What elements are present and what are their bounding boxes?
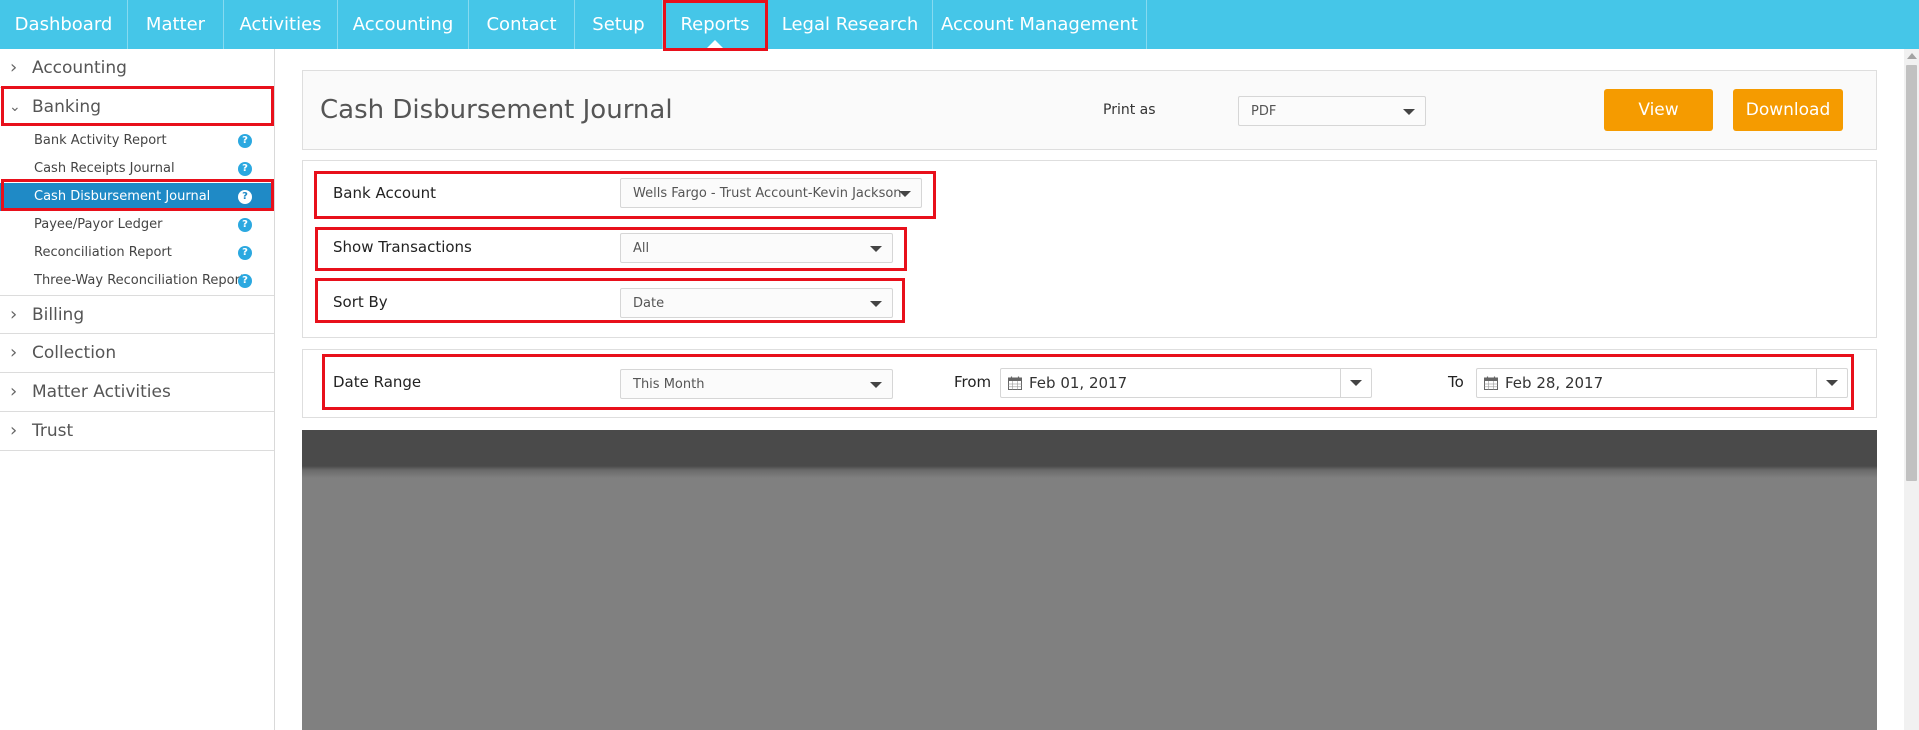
help-icon[interactable]: ? <box>238 246 252 260</box>
sidebar-group-label: Billing <box>32 305 85 325</box>
from-label: From <box>954 373 992 391</box>
report-header-panel: Cash Disbursement Journal Print as PDF V… <box>302 70 1877 150</box>
from-date-input[interactable]: Feb 01, 2017 <box>1000 368 1372 398</box>
date-range-select[interactable]: This Month <box>620 369 893 399</box>
download-button[interactable]: Download <box>1733 89 1843 131</box>
sidebar-group-accounting[interactable]: › Accounting <box>0 49 274 88</box>
caret-down-icon <box>870 301 882 307</box>
scroll-up-icon[interactable] <box>1907 53 1917 59</box>
nav-account-management[interactable]: Account Management <box>933 0 1147 49</box>
to-date-input[interactable]: Feb 28, 2017 <box>1476 368 1848 398</box>
nav-matter[interactable]: Matter <box>128 0 224 49</box>
calendar-icon <box>1484 376 1498 390</box>
nav-accounting[interactable]: Accounting <box>338 0 469 49</box>
page-title: Cash Disbursement Journal <box>320 95 673 125</box>
sidebar-item-three-way-reconciliation-report[interactable]: Three-Way Reconciliation Report ? <box>0 267 274 295</box>
nav-setup[interactable]: Setup <box>575 0 663 49</box>
nav-reports[interactable]: Reports <box>663 0 768 49</box>
sidebar-group-label: Banking <box>32 97 101 117</box>
scroll-thumb[interactable] <box>1906 65 1917 481</box>
sidebar-group-billing[interactable]: › Billing <box>0 295 274 334</box>
sidebar-group-label: Trust <box>32 421 74 441</box>
sidebar-item-label: Cash Receipts Journal <box>34 161 175 176</box>
sidebar-item-payee-payor-ledger[interactable]: Payee/Payor Ledger ? <box>0 211 274 239</box>
sidebar-group-matter-activities[interactable]: › Matter Activities <box>0 373 274 412</box>
sidebar-item-reconciliation-report[interactable]: Reconciliation Report ? <box>0 239 274 267</box>
date-range-value: This Month <box>633 377 705 392</box>
sidebar-item-label: Three-Way Reconciliation Report <box>34 273 246 288</box>
chevron-right-icon: › <box>10 342 18 363</box>
caret-down-icon <box>1403 109 1415 115</box>
sidebar-item-bank-activity-report[interactable]: Bank Activity Report ? <box>0 127 274 155</box>
caret-down-icon <box>1350 380 1362 386</box>
report-preview[interactable] <box>302 430 1877 730</box>
page-scrollbar[interactable] <box>1904 49 1919 730</box>
help-icon[interactable]: ? <box>238 274 252 288</box>
chevron-right-icon: › <box>10 57 18 78</box>
chevron-right-icon: › <box>10 381 18 402</box>
sidebar-item-cash-receipts-journal[interactable]: Cash Receipts Journal ? <box>0 155 274 183</box>
sidebar-group-banking[interactable]: ⌄ Banking <box>0 88 274 127</box>
report-options-panel: Bank Account Wells Fargo - Trust Account… <box>302 160 1877 338</box>
sidebar-item-label: Payee/Payor Ledger <box>34 217 163 232</box>
sidebar-group-collection[interactable]: › Collection <box>0 334 274 373</box>
nav-activities[interactable]: Activities <box>224 0 338 49</box>
sidebar: › Accounting ⌄ Banking Bank Activity Rep… <box>0 49 275 730</box>
caret-down-icon <box>899 191 911 197</box>
show-transactions-select[interactable]: All <box>620 233 893 263</box>
caret-down-icon <box>1826 380 1838 386</box>
sidebar-group-label: Accounting <box>32 58 127 78</box>
sidebar-item-label: Bank Activity Report <box>34 133 167 148</box>
nav-contact[interactable]: Contact <box>469 0 575 49</box>
sort-by-value: Date <box>633 296 665 311</box>
sidebar-group-label: Matter Activities <box>32 382 171 402</box>
help-icon[interactable]: ? <box>238 162 252 176</box>
top-nav: Dashboard Matter Activities Accounting C… <box>0 0 1919 49</box>
sidebar-group-label: Collection <box>32 343 117 363</box>
print-as-label: Print as <box>1103 102 1156 118</box>
sidebar-item-cash-disbursement-journal[interactable]: Cash Disbursement Journal ? <box>0 183 274 211</box>
bank-account-label: Bank Account <box>333 184 437 202</box>
print-as-select[interactable]: PDF <box>1238 96 1426 126</box>
from-date-dropdown[interactable] <box>1340 369 1371 397</box>
chevron-right-icon: › <box>10 304 18 325</box>
calendar-icon <box>1008 376 1022 390</box>
sort-by-label: Sort By <box>333 293 388 311</box>
view-button[interactable]: View <box>1604 89 1713 131</box>
nav-legal-research[interactable]: Legal Research <box>768 0 933 49</box>
bank-account-value: Wells Fargo - Trust Account-Kevin Jackso… <box>633 186 902 201</box>
chevron-down-icon: ⌄ <box>9 99 21 115</box>
from-date-value: Feb 01, 2017 <box>1029 374 1128 392</box>
help-icon[interactable]: ? <box>238 134 252 148</box>
chevron-right-icon: › <box>10 420 18 441</box>
help-icon[interactable]: ? <box>238 218 252 232</box>
help-icon[interactable]: ? <box>238 190 252 204</box>
nav-dashboard[interactable]: Dashboard <box>0 0 128 49</box>
sidebar-item-label: Cash Disbursement Journal <box>34 189 211 204</box>
to-label: To <box>1448 373 1464 391</box>
show-transactions-value: All <box>633 241 650 256</box>
caret-down-icon <box>870 382 882 388</box>
date-range-label: Date Range <box>333 373 422 391</box>
caret-down-icon <box>870 246 882 252</box>
to-date-dropdown[interactable] <box>1816 369 1847 397</box>
sidebar-group-trust[interactable]: › Trust <box>0 412 274 451</box>
bank-account-select[interactable]: Wells Fargo - Trust Account-Kevin Jackso… <box>620 178 922 208</box>
show-transactions-label: Show Transactions <box>333 238 472 256</box>
print-as-value: PDF <box>1251 104 1277 119</box>
sidebar-item-label: Reconciliation Report <box>34 245 172 260</box>
date-range-panel: Date Range This Month From Feb 01, 2017 … <box>302 349 1877 418</box>
to-date-value: Feb 28, 2017 <box>1505 374 1604 392</box>
sort-by-select[interactable]: Date <box>620 288 893 318</box>
